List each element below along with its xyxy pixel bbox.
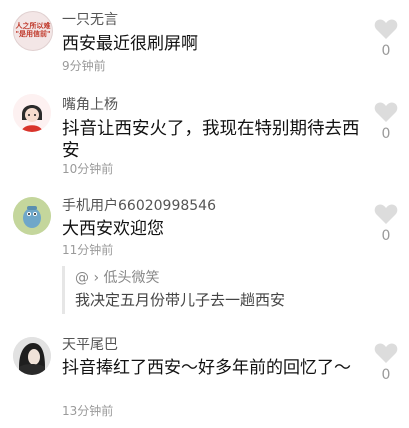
- like-button[interactable]: 0: [372, 18, 400, 59]
- timestamp: 9分钟前: [62, 59, 106, 73]
- username[interactable]: 嘴角上杨: [62, 94, 118, 114]
- username[interactable]: 一只无言: [62, 9, 118, 29]
- like-count: 0: [381, 43, 391, 59]
- avatar-text: 人之所以难 "是用信前": [15, 22, 51, 38]
- avatar[interactable]: [13, 337, 51, 375]
- quoted-reply[interactable]: @ › 低头微笑 我决定五月份带儿子去一趟西安: [62, 266, 385, 314]
- heart-icon: [374, 204, 398, 224]
- avatar[interactable]: 人之所以难 "是用信前": [13, 11, 53, 51]
- like-count: 0: [381, 126, 391, 142]
- comment-item[interactable]: 天平尾巴 抖音捧红了西安～好多年前的回忆了～ 13分钟前 0: [0, 326, 409, 428]
- comment-text: 抖音捧红了西安～好多年前的回忆了～: [62, 358, 351, 378]
- quote-text: 我决定五月份带儿子去一趟西安: [75, 291, 286, 309]
- avatar[interactable]: [13, 94, 51, 132]
- avatar-illustration: [13, 94, 51, 132]
- username[interactable]: 天平尾巴: [62, 334, 118, 354]
- like-button[interactable]: 0: [372, 101, 400, 142]
- like-count: 0: [381, 228, 391, 244]
- avatar-illustration: [13, 197, 51, 235]
- like-button[interactable]: 0: [372, 342, 400, 383]
- comment-item[interactable]: 手机用户66020998546 大西安欢迎您 11分钟前 @ › 低头微笑 我决…: [0, 185, 409, 323]
- quote-author[interactable]: @ › 低头微笑: [75, 267, 160, 287]
- timestamp: 11分钟前: [62, 243, 114, 257]
- like-count: 0: [381, 367, 391, 383]
- heart-icon: [374, 343, 398, 363]
- comment-text: 大西安欢迎您: [62, 219, 164, 239]
- heart-icon: [374, 19, 398, 39]
- timestamp: 13分钟前: [62, 404, 114, 418]
- avatar-illustration: [13, 337, 51, 375]
- heart-icon: [374, 102, 398, 122]
- comment-text: 西安最近很刷屏啊: [62, 34, 198, 54]
- username[interactable]: 手机用户66020998546: [62, 195, 216, 215]
- comment-item[interactable]: 嘴角上杨 抖音让西安火了，我现在特别期待去西安 10分钟前 0: [0, 84, 409, 182]
- avatar[interactable]: [13, 197, 51, 235]
- comment-item[interactable]: 人之所以难 "是用信前" 一只无言 西安最近很刷屏啊 9分钟前 0: [0, 0, 409, 80]
- comment-text: 抖音让西安火了，我现在特别期待去西安: [62, 119, 360, 161]
- like-button[interactable]: 0: [372, 203, 400, 244]
- timestamp: 10分钟前: [62, 162, 114, 176]
